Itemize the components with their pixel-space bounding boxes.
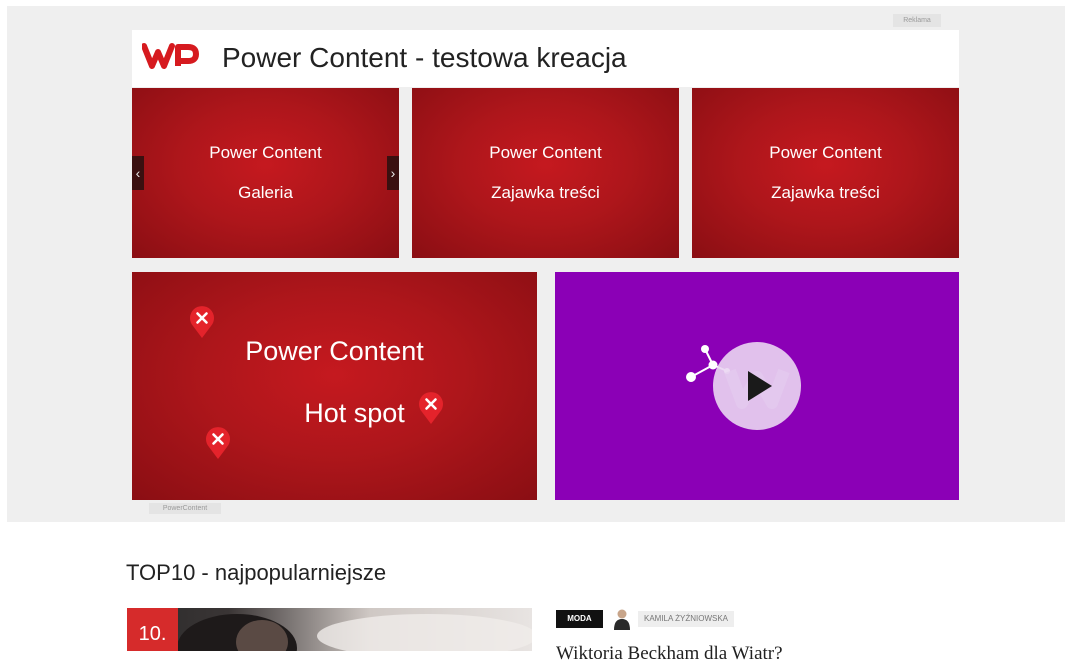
- video-tile[interactable]: [555, 272, 959, 500]
- person-icon: [614, 609, 630, 630]
- teaser-tile[interactable]: Power Content Zajawka treści: [692, 88, 959, 258]
- tile-line1: Power Content: [769, 143, 882, 162]
- article-thumbnail[interactable]: [127, 608, 532, 651]
- close-pin-icon[interactable]: [204, 426, 232, 460]
- category-badge[interactable]: MODA: [556, 610, 603, 628]
- play-icon[interactable]: [712, 341, 802, 431]
- ad-header[interactable]: Power Content - testowa kreacja: [132, 30, 959, 87]
- close-pin-icon[interactable]: [417, 391, 445, 425]
- tile-line1: Power Content: [209, 143, 322, 162]
- section-title: TOP10 - najpopularniejsze: [126, 560, 387, 585]
- rank-badge: 10.: [127, 608, 178, 651]
- author-name[interactable]: KAMILA ŻYŹNIOWSKA: [638, 611, 735, 627]
- ad-title: Power Content - testowa kreacja: [222, 42, 627, 73]
- close-pin-icon[interactable]: [188, 305, 216, 339]
- wp-logo[interactable]: [141, 40, 202, 77]
- tile-line2: Hot spot: [304, 398, 405, 428]
- chevron-right-icon[interactable]: ›: [387, 156, 399, 190]
- article-title[interactable]: Wiktoria Beckham dla Wiatr?: [556, 643, 783, 665]
- tile-line2: Galeria: [238, 183, 293, 202]
- chevron-left-icon[interactable]: ‹: [132, 156, 144, 190]
- teaser-tile[interactable]: Power Content Zajawka treści: [412, 88, 679, 258]
- tile-line1: Power Content: [245, 336, 424, 366]
- tile-line1: Power Content: [489, 143, 602, 162]
- powercontent-label: PowerContent: [149, 503, 221, 514]
- tile-line2: Zajawka treści: [771, 183, 880, 202]
- tile-line2: Zajawka treści: [491, 183, 600, 202]
- hotspot-tile[interactable]: Power Content Hot spot: [132, 272, 537, 500]
- gallery-tile[interactable]: Power Content Galeria ‹ ›: [132, 88, 399, 258]
- ad-label: Reklama: [893, 14, 941, 27]
